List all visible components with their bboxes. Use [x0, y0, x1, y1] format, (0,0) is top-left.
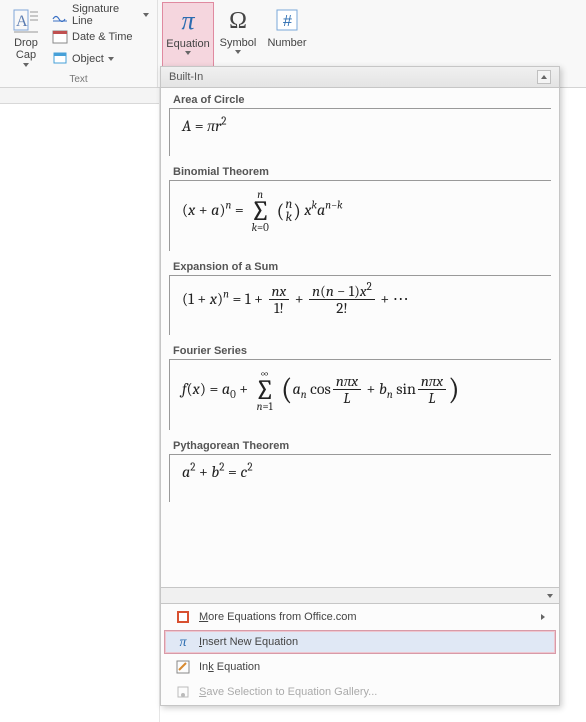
equation-item-fourier-series[interactable]: Fourier Series f(x) = a0 + ∞∑n=1 (an cos…	[169, 345, 551, 430]
symbol-button[interactable]: Ω Symbol	[214, 2, 262, 70]
pi-icon: π	[175, 634, 191, 650]
dropdown-arrow-icon	[108, 57, 114, 61]
pi-icon: π	[172, 5, 204, 37]
equation-preview: (x + a)n = n∑k=0 (nk) xkan−k	[169, 180, 551, 251]
insert-new-equation-menuitem[interactable]: π Insert New Equation	[164, 630, 556, 654]
equation-dropdown: Built-In Area of Circle A = πr2 Binomial…	[160, 66, 560, 706]
drop-cap-label: Drop Cap	[10, 37, 42, 61]
ink-icon	[175, 659, 191, 675]
document-area	[0, 88, 160, 722]
equation-title: Expansion of a Sum	[169, 261, 551, 273]
dropdown-body: Area of Circle A = πr2 Binomial Theorem …	[161, 88, 559, 587]
ruler	[0, 88, 159, 104]
equation-item-expansion-of-sum[interactable]: Expansion of a Sum (1 + x)n = 1 + nx1! +…	[169, 261, 551, 335]
save-selection-label: Save Selection to Equation Gallery...	[199, 686, 377, 698]
dropdown-footer: More Equations from Office.com π Insert …	[161, 603, 559, 705]
signature-line-label: Signature Line	[72, 3, 139, 27]
number-icon: #	[271, 4, 303, 36]
signature-icon	[52, 6, 68, 25]
symbol-label: Symbol	[220, 37, 257, 49]
omega-icon: Ω	[222, 4, 254, 36]
equation-item-pythagorean-theorem[interactable]: Pythagorean Theorem a2 + b2 = c2	[169, 440, 551, 502]
dropdown-arrow-icon	[143, 13, 149, 17]
calendar-icon	[52, 28, 68, 47]
text-group-label: Text	[4, 72, 153, 87]
ink-equation-menuitem[interactable]: Ink Equation	[164, 655, 556, 679]
equation-preview: A = πr2	[169, 108, 551, 156]
built-in-label: Built-In	[169, 71, 203, 83]
insert-new-equation-label: Insert New Equation	[199, 636, 298, 648]
equation-label: Equation	[166, 38, 209, 50]
equation-title: Fourier Series	[169, 345, 551, 357]
object-label: Object	[72, 53, 104, 65]
equation-title: Binomial Theorem	[169, 166, 551, 178]
more-equations-label: More Equations from Office.com	[199, 611, 357, 623]
text-group: A Drop Cap Signature Line Date & Time Ob…	[0, 0, 158, 87]
object-icon	[52, 50, 68, 69]
svg-text:A: A	[16, 13, 28, 30]
equation-preview: a2 + b2 = c2	[169, 454, 551, 502]
number-label: Number	[267, 37, 306, 49]
save-selection-menuitem: Save Selection to Equation Gallery...	[164, 680, 556, 704]
equation-preview: f(x) = a0 + ∞∑n=1 (an cosnπxL + bn sinnπ…	[169, 359, 551, 430]
signature-line-button[interactable]: Signature Line	[48, 4, 153, 26]
svg-text:#: #	[283, 13, 292, 30]
office-icon	[175, 609, 191, 625]
equation-title: Area of Circle	[169, 94, 551, 106]
object-button[interactable]: Object	[48, 48, 153, 70]
scroll-up-button[interactable]	[537, 70, 551, 84]
number-button[interactable]: # Number	[262, 2, 312, 70]
submenu-arrow-icon	[541, 614, 545, 620]
drop-cap-icon: A	[10, 4, 42, 36]
save-gallery-icon	[175, 684, 191, 700]
equation-preview: (1 + x)n = 1 + nx1! + n(n − 1)x22! + ⋯	[169, 275, 551, 335]
ink-equation-label: Ink Equation	[199, 661, 260, 673]
dropdown-arrow-icon	[185, 51, 191, 55]
equation-title: Pythagorean Theorem	[169, 440, 551, 452]
dropdown-arrow-icon	[23, 63, 29, 67]
date-time-label: Date & Time	[72, 31, 133, 43]
dropdown-arrow-icon	[235, 50, 241, 54]
equation-button[interactable]: π Equation	[162, 2, 214, 70]
drop-cap-button[interactable]: A Drop Cap	[4, 2, 48, 70]
scroll-down-button[interactable]	[161, 587, 559, 603]
date-time-button[interactable]: Date & Time	[48, 26, 153, 48]
dropdown-header: Built-In	[161, 67, 559, 88]
equation-item-area-of-circle[interactable]: Area of Circle A = πr2	[169, 94, 551, 156]
equation-item-binomial-theorem[interactable]: Binomial Theorem (x + a)n = n∑k=0 (nk) x…	[169, 166, 551, 251]
more-equations-menuitem[interactable]: More Equations from Office.com	[164, 605, 556, 629]
